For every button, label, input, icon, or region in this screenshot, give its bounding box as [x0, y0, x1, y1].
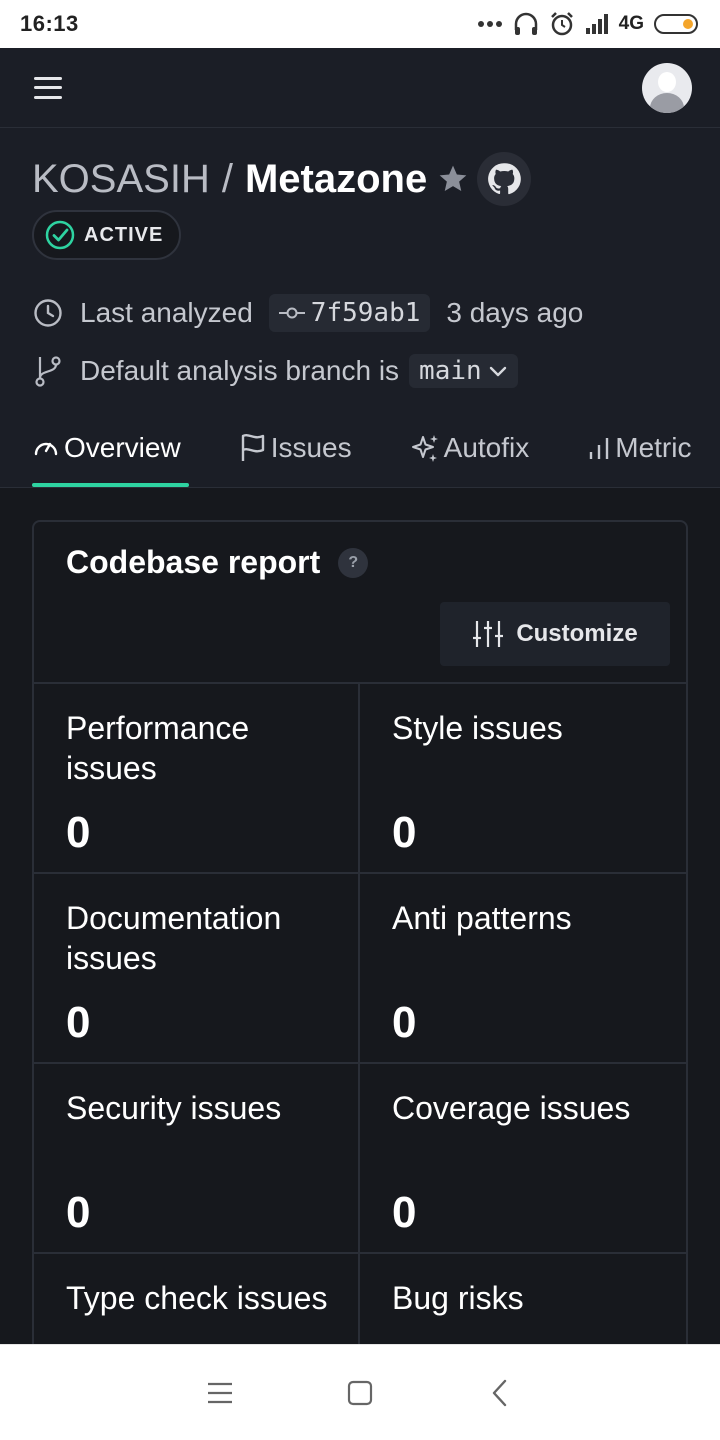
status-time: 16:13 [20, 11, 79, 36]
metric-value: 0 [392, 808, 417, 857]
battery-icon [654, 14, 698, 34]
metric-type-check[interactable]: Type check issues [34, 1254, 360, 1344]
repo-name: Metazone [244, 156, 428, 201]
tab-metrics[interactable]: Metric [587, 409, 691, 487]
branch-name: main [419, 356, 482, 386]
metric-value: 0 [66, 1188, 91, 1237]
repo-tabs: Overview Issues Autofix Metric [0, 409, 720, 487]
metric-style[interactable]: Style issues 0 [360, 684, 686, 874]
back-chevron-icon[interactable] [485, 1378, 515, 1408]
headset-icon [514, 12, 537, 35]
tab-overview[interactable]: Overview [32, 409, 189, 487]
metric-performance[interactable]: Performance issues 0 [34, 684, 360, 874]
metric-value: 0 [66, 998, 91, 1047]
metric-value: 0 [392, 998, 417, 1047]
branch-row: Default analysis branch is main [32, 350, 688, 392]
hamburger-menu-icon[interactable] [34, 76, 62, 99]
last-analyzed-row: Last analyzed 7f59ab1 3 days ago [32, 292, 688, 334]
flag-icon [239, 433, 267, 463]
card-title: Codebase report ? [66, 544, 369, 581]
path-separator: / [221, 156, 233, 201]
status-bar: 16:13 4G [0, 0, 720, 48]
check-circle-icon [45, 220, 75, 250]
network-type: 4G [618, 13, 644, 34]
metric-label: Documentation issues [66, 900, 282, 976]
github-icon[interactable] [477, 152, 532, 206]
metric-label: Security issues [66, 1090, 282, 1126]
time-ago: 3 days ago [446, 297, 584, 328]
metric-label: Anti patterns [392, 900, 572, 936]
card-title-text: Codebase report [66, 544, 321, 580]
sparkle-icon [410, 433, 440, 463]
customize-label: Customize [516, 620, 638, 647]
gauge-icon [32, 434, 60, 462]
more-dots-icon [477, 21, 502, 27]
metrics-grid: Performance issues 0 Style issues 0 Docu… [34, 684, 686, 1344]
tab-autofix[interactable]: Autofix [410, 409, 530, 487]
app-screen: KOSASIH / Metazone ACTIVE Last analyzed … [0, 48, 720, 1344]
sliders-icon [473, 621, 504, 647]
star-icon[interactable] [435, 161, 471, 197]
git-branch-icon [32, 355, 64, 387]
signal-icon [585, 14, 608, 34]
chevron-down-icon [489, 366, 506, 377]
metric-coverage[interactable]: Coverage issues 0 [360, 1064, 686, 1254]
tab-metrics-label: Metric [615, 432, 692, 463]
bar-chart-icon [587, 435, 611, 461]
tab-overview-label: Overview [64, 432, 181, 463]
branch-selector[interactable]: main [409, 354, 518, 388]
alarm-icon [550, 12, 573, 36]
avatar[interactable] [642, 62, 692, 113]
repo-header: KOSASIH / Metazone ACTIVE Last analyzed … [0, 128, 720, 488]
commit-icon [278, 307, 305, 319]
metric-value: 0 [66, 808, 91, 857]
repo-owner[interactable]: KOSASIH [32, 157, 210, 202]
tab-autofix-label: Autofix [443, 432, 530, 463]
metric-label: Type check issues [66, 1280, 328, 1316]
commit-hash: 7f59ab1 [310, 298, 421, 328]
clock-icon [32, 297, 64, 329]
codebase-report-card: Codebase report ? Customize Performance … [32, 520, 688, 1344]
customize-button[interactable]: Customize [440, 602, 670, 666]
help-icon[interactable]: ? [338, 547, 369, 578]
metric-documentation[interactable]: Documentation issues 0 [34, 874, 360, 1064]
system-nav-bar [0, 1344, 720, 1440]
metric-label: Style issues [392, 710, 563, 746]
status-badge: ACTIVE [32, 210, 182, 260]
repo-title: KOSASIH / Metazone [32, 152, 688, 206]
tab-issues-label: Issues [270, 432, 352, 463]
metric-security[interactable]: Security issues 0 [34, 1064, 360, 1254]
metric-label: Bug risks [392, 1280, 524, 1316]
recents-menu-icon[interactable] [205, 1378, 235, 1408]
metric-bug-risks[interactable]: Bug risks [360, 1254, 686, 1344]
metric-label: Coverage issues [392, 1090, 631, 1126]
card-header: Codebase report ? Customize [34, 522, 686, 684]
status-icons: 4G [477, 11, 698, 37]
status-badge-label: ACTIVE [84, 223, 164, 246]
branch-label: Default analysis branch is [80, 355, 400, 386]
top-bar [0, 48, 720, 128]
last-analyzed-label: Last analyzed [80, 297, 253, 328]
commit-chip[interactable]: 7f59ab1 [268, 294, 431, 332]
home-square-icon[interactable] [345, 1378, 375, 1408]
metric-anti-patterns[interactable]: Anti patterns 0 [360, 874, 686, 1064]
tab-issues[interactable]: Issues [239, 409, 352, 487]
metric-label: Performance issues [66, 710, 250, 786]
metric-value: 0 [392, 1188, 417, 1237]
